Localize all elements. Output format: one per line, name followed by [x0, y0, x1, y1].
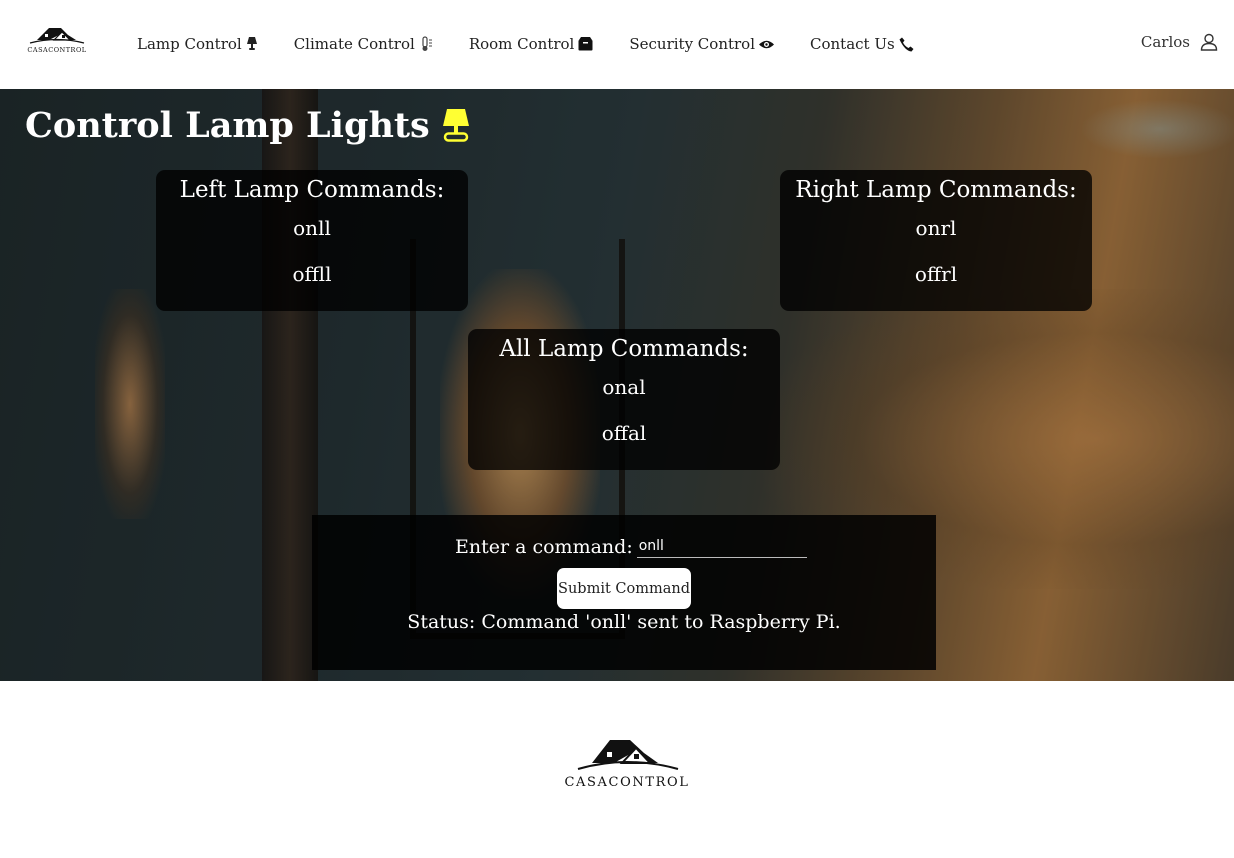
nav-item-room-control[interactable]: Room Control	[469, 35, 594, 53]
user-menu[interactable]: Carlos	[1141, 33, 1218, 51]
box-icon	[578, 37, 593, 51]
command-item: offrl	[914, 262, 958, 286]
nav-item-label: Security Control	[629, 35, 756, 53]
brand-logo[interactable]: CASACONTROL	[24, 24, 90, 58]
nav-item-label: Climate Control	[293, 35, 415, 53]
footer-logo[interactable]: CASACONTROL	[560, 735, 694, 795]
submit-command-button[interactable]: Submit Command	[557, 568, 691, 609]
brand-name: CASACONTROL	[564, 775, 690, 790]
status-message: Status: Command 'onll' sent to Raspberry…	[407, 611, 841, 633]
house-logo-icon	[29, 28, 85, 44]
nav-item-contact-us[interactable]: Contact Us	[810, 35, 914, 53]
nav-item-label: Contact Us	[810, 35, 895, 53]
page-title-text: Control Lamp Lights	[25, 105, 430, 146]
thermometer-icon	[419, 36, 433, 52]
main-nav: Lamp Control Climate Control Room Contro…	[137, 33, 950, 55]
command-item: onll	[293, 216, 331, 240]
nav-item-label: Room Control	[468, 35, 575, 53]
left-lamp-commands-box: Left Lamp Commands: onll offll	[156, 170, 468, 311]
command-item: onrl	[915, 216, 957, 240]
command-panel: Enter a command: Submit Command Status: …	[312, 515, 936, 670]
lamp-icon	[246, 37, 258, 51]
phone-icon	[899, 37, 914, 52]
house-logo-icon	[577, 740, 679, 770]
command-item: offal	[601, 421, 647, 445]
all-lamp-commands-box: All Lamp Commands: onal offal	[468, 329, 780, 470]
eye-icon	[759, 39, 775, 50]
nav-item-security-control[interactable]: Security Control	[629, 35, 775, 53]
command-item: offll	[292, 262, 332, 286]
box-title: Right Lamp Commands:	[795, 177, 1077, 203]
command-item: onal	[602, 375, 646, 399]
command-form-row: Enter a command:	[455, 534, 807, 558]
command-input[interactable]	[636, 534, 807, 558]
hero-section: Control Lamp Lights Left Lamp Commands: …	[0, 89, 1234, 681]
brand-name: CASACONTROL	[27, 46, 87, 54]
right-lamp-commands-box: Right Lamp Commands: onrl offrl	[780, 170, 1092, 311]
user-name: Carlos	[1140, 33, 1190, 51]
page-title: Control Lamp Lights	[25, 105, 470, 146]
header: CASACONTROL Lamp Control Climate Control…	[0, 0, 1234, 89]
nav-item-climate-control[interactable]: Climate Control	[294, 35, 433, 53]
nav-item-lamp-control[interactable]: Lamp Control	[137, 35, 258, 53]
user-icon	[1200, 33, 1218, 51]
box-title: Left Lamp Commands:	[179, 177, 445, 203]
box-title: All Lamp Commands:	[499, 336, 749, 362]
command-label: Enter a command:	[455, 536, 633, 558]
yellow-lamp-icon	[442, 108, 470, 144]
nav-item-label: Lamp Control	[137, 35, 242, 53]
